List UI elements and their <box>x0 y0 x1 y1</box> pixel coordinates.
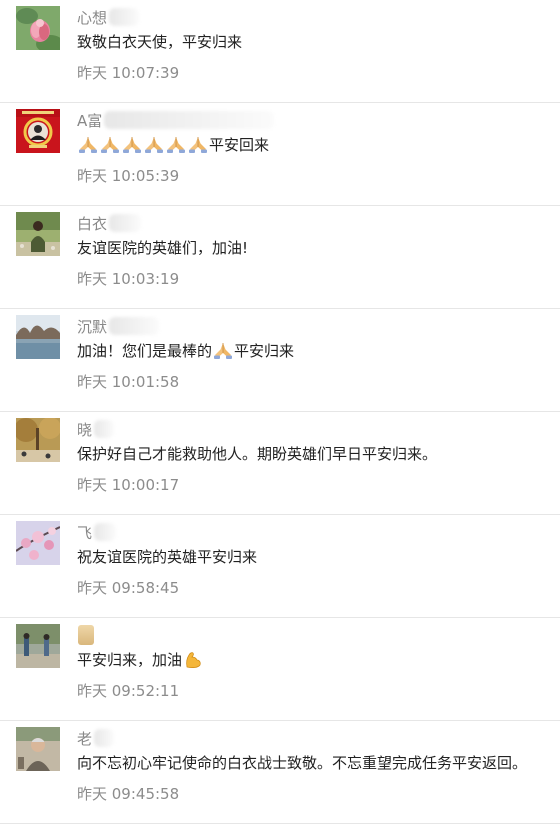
comment-text: 致敬白衣天使，平安归来 <box>77 33 243 51</box>
comment-list: 心想 致敬白衣天使，平安归来 昨天 10:07:39 A富 平安回来 昨天 10… <box>0 0 560 824</box>
comment-item: 心想 致敬白衣天使，平安归来 昨天 10:07:39 <box>0 0 560 103</box>
nickname-redaction <box>94 729 115 747</box>
nickname[interactable]: 飞 <box>77 522 92 543</box>
nickname-badge <box>78 625 94 645</box>
folded-hands-icon <box>78 134 98 154</box>
folded-hands-icon <box>144 134 164 154</box>
avatar[interactable] <box>16 727 60 771</box>
folded-hands-icon <box>188 134 208 154</box>
avatar[interactable] <box>16 6 60 50</box>
nickname-redaction <box>109 8 140 26</box>
avatar[interactable] <box>16 418 60 462</box>
comment-time: 昨天 10:01:58 <box>77 373 180 391</box>
comment-item: 沉默 加油！您们是最棒的 平安归来 昨天 10:01:58 <box>0 309 560 412</box>
comment-time: 昨天 10:03:19 <box>77 270 180 288</box>
comment-time: 昨天 10:00:17 <box>77 476 180 494</box>
comment-item: 白衣 友谊医院的英雄们，加油! 昨天 10:03:19 <box>0 206 560 309</box>
folded-hands-icon <box>166 134 186 154</box>
nickname[interactable]: 晓 <box>77 419 92 440</box>
comment-time: 昨天 09:45:58 <box>77 785 180 803</box>
comment-time: 昨天 09:52:11 <box>77 682 180 700</box>
flexed-biceps-icon <box>183 649 203 669</box>
nickname[interactable]: 沉默 <box>77 316 107 337</box>
comment-item: A富 平安回来 昨天 10:05:39 <box>0 103 560 206</box>
comment-text: 平安归来，加油 <box>77 649 554 671</box>
comment-text: 祝友谊医院的英雄平安归来 <box>77 548 258 566</box>
nickname-redaction <box>94 420 115 438</box>
comment-item: 飞 祝友谊医院的英雄平安归来 昨天 09:58:45 <box>0 515 560 618</box>
comment-text: 加油！您们是最棒的 平安归来 <box>77 340 295 360</box>
nickname-redaction <box>109 214 142 232</box>
comment-time: 昨天 09:58:45 <box>77 579 180 597</box>
comment-time: 昨天 10:07:39 <box>77 64 180 82</box>
nickname-redaction <box>104 111 275 129</box>
comment-time: 昨天 10:05:39 <box>77 167 180 185</box>
folded-hands-icon <box>213 340 233 360</box>
comment-item: 老 向不忘初心牢记使命的白衣战士致敬。不忘重望完成任务平安返回。 昨天 09:4… <box>0 721 560 824</box>
nickname[interactable]: 心想 <box>77 7 107 28</box>
nickname[interactable]: 白衣 <box>77 213 107 234</box>
avatar[interactable] <box>16 624 60 668</box>
avatar[interactable] <box>16 109 60 153</box>
nickname-redaction <box>94 523 117 541</box>
folded-hands-icon <box>100 134 120 154</box>
comment-item: 晓 保护好自己才能救助他人。期盼英雄们早日平安归来。 昨天 10:00:17 <box>0 412 560 515</box>
nickname[interactable]: A富 <box>77 110 102 131</box>
comment-text: 向不忘初心牢记使命的白衣战士致敬。不忘重望完成任务平安返回。 <box>77 754 528 772</box>
comment-text: 平安回来 <box>77 134 554 156</box>
comment-item: 平安归来，加油 昨天 09:52:11 <box>0 618 560 721</box>
nickname-redaction <box>109 317 160 335</box>
folded-hands-icon <box>122 134 142 154</box>
nickname[interactable]: 老 <box>77 728 92 749</box>
comment-text: 友谊医院的英雄们，加油! <box>77 239 249 257</box>
avatar[interactable] <box>16 521 60 565</box>
comment-text: 保护好自己才能救助他人。期盼英雄们早日平安归来。 <box>77 445 438 463</box>
avatar[interactable] <box>16 315 60 359</box>
avatar[interactable] <box>16 212 60 256</box>
